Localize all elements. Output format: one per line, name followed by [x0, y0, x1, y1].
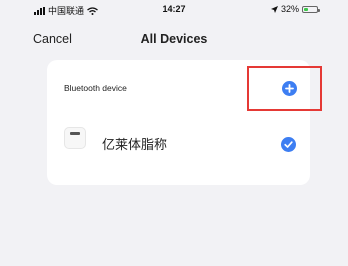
location-arrow-icon: [270, 5, 278, 13]
checkmark-icon: [284, 141, 293, 148]
battery-percent: 32%: [280, 4, 299, 14]
nav-bar: Cancel All Devices: [0, 26, 348, 54]
scale-display: [70, 132, 80, 135]
device-row[interactable]: 亿莱体脂称: [57, 124, 305, 160]
body-fat-scale-icon: [64, 127, 86, 149]
selected-check-icon[interactable]: [281, 137, 296, 152]
status-bar: 中国联通 14:27 32%: [0, 0, 348, 20]
page-title: All Devices: [140, 32, 208, 46]
device-name: 亿莱体脂称: [102, 137, 168, 152]
battery-icon: [302, 5, 320, 13]
battery-fill: [304, 7, 308, 11]
highlight-box: [247, 66, 322, 111]
section-header: Bluetooth device: [64, 83, 127, 93]
status-right: 32%: [270, 4, 320, 14]
